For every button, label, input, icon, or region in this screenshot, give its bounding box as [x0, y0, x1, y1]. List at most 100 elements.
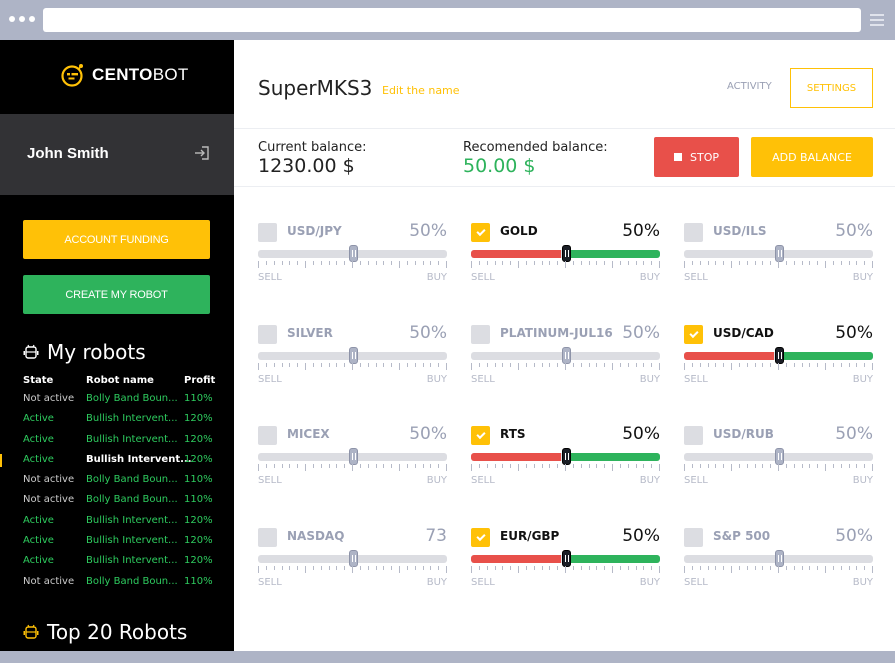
instrument-name: USD/ILS — [713, 224, 767, 238]
slider-handle[interactable] — [348, 550, 358, 567]
sell-label: SELL — [471, 272, 495, 283]
sidebar: CENTOBOT John Smith ACCOUNT FUNDING CREA… — [0, 40, 234, 651]
stop-button-label: STOP — [690, 150, 719, 164]
top-robots-heading[interactable]: Top 20 Robots — [23, 620, 187, 644]
robot-name[interactable]: Bullish Intervent... — [86, 430, 178, 450]
robot-state: Active — [23, 433, 54, 445]
robot-row[interactable]: Active Bullish Intervent... 120% — [0, 551, 234, 571]
robot-name[interactable]: Bolly Band Boun... — [86, 572, 178, 592]
slider-handle[interactable] — [561, 347, 571, 364]
robot-row[interactable]: Active Bullish Intervent... 120% — [0, 409, 234, 429]
slider-handle[interactable] — [561, 245, 571, 262]
instrument-checkbox[interactable] — [684, 426, 703, 445]
tab-activity[interactable]: ACTIVITY — [727, 81, 772, 92]
instrument-checkbox[interactable] — [258, 426, 277, 445]
sell-buy-slider[interactable] — [471, 245, 660, 262]
instrument-checkbox[interactable] — [471, 426, 490, 445]
sell-buy-slider[interactable] — [471, 550, 660, 567]
robot-profit: 120% — [184, 514, 213, 526]
slider-handle[interactable] — [774, 245, 784, 262]
sell-buy-slider[interactable] — [471, 347, 660, 364]
robot-row[interactable]: Not active Bolly Band Boun... 110% — [0, 470, 234, 490]
instrument-checkbox[interactable] — [258, 528, 277, 547]
robot-row[interactable]: Active Bullish Intervent... 120% — [0, 511, 234, 531]
slider-handle[interactable] — [774, 448, 784, 465]
robot-state: Active — [23, 514, 54, 526]
robot-name[interactable]: Bullish Intervent... — [86, 409, 178, 429]
sell-label: SELL — [258, 374, 282, 385]
sell-buy-slider[interactable] — [684, 347, 873, 364]
robot-name[interactable]: Bolly Band Boun... — [86, 490, 178, 510]
buy-label: BUY — [639, 475, 660, 486]
slider-handle[interactable] — [348, 347, 358, 364]
instrument-card: USD/ILS 50% SELL BUY — [684, 221, 873, 303]
robot-row[interactable]: Not active Bolly Band Boun... 110% — [0, 572, 234, 592]
stop-button[interactable]: STOP — [654, 137, 739, 177]
checkmark-icon — [475, 531, 486, 542]
instrument-name: PLATINUM-JUL16 — [500, 326, 613, 340]
slider-handle[interactable] — [774, 550, 784, 567]
robot-profit: 110% — [184, 575, 213, 587]
robot-name[interactable]: Bullish Intervent... — [86, 551, 178, 571]
instrument-checkbox[interactable] — [471, 325, 490, 344]
sell-buy-slider[interactable] — [471, 448, 660, 465]
sell-buy-slider[interactable] — [684, 550, 873, 567]
buy-label: BUY — [852, 577, 873, 588]
robot-name[interactable]: Bolly Band Boun... — [86, 389, 178, 409]
robot-row[interactable]: Not active Bolly Band Boun... 110% — [0, 389, 234, 409]
user-panel: John Smith — [0, 114, 234, 195]
instrument-checkbox[interactable] — [471, 528, 490, 547]
robot-row[interactable]: Active Bullish Intervent... 120% — [0, 430, 234, 450]
create-robot-button[interactable]: CREATE MY ROBOT — [23, 275, 210, 314]
instrument-name: SILVER — [287, 326, 333, 340]
slider-handle[interactable] — [561, 448, 571, 465]
address-bar[interactable] — [43, 8, 861, 32]
instrument-checkbox[interactable] — [471, 223, 490, 242]
sell-label: SELL — [684, 475, 708, 486]
checkmark-icon — [688, 328, 699, 339]
instrument-card: NASDAQ 73 SELL BUY — [258, 526, 447, 608]
robot-name[interactable]: Bullish Intervent... — [86, 511, 178, 531]
edit-name-link[interactable]: Edit the name — [382, 84, 460, 97]
add-balance-button[interactable]: ADD BALANCE — [751, 137, 873, 177]
robots-table-header: State Robot name Profit — [0, 372, 234, 389]
robot-profit: 120% — [184, 453, 213, 465]
robot-row[interactable]: Active Bullish Intervent... 120% — [0, 450, 234, 470]
slider-ticks — [684, 464, 873, 471]
robot-row[interactable]: Active Bullish Intervent... 120% — [0, 531, 234, 551]
robot-name[interactable]: Bullish Intervent... — [86, 531, 178, 551]
sell-buy-slider[interactable] — [258, 245, 447, 262]
column-header-profit: Profit — [184, 375, 216, 386]
tab-settings[interactable]: SETTINGS — [790, 68, 873, 108]
slider-handle[interactable] — [774, 347, 784, 364]
recommended-balance-value: 50.00 $ — [463, 155, 536, 177]
sell-buy-slider[interactable] — [684, 245, 873, 262]
slider-handle[interactable] — [561, 550, 571, 567]
robot-name[interactable]: Bullish Intervent... — [86, 450, 192, 470]
instrument-checkbox[interactable] — [258, 325, 277, 344]
logo[interactable]: CENTOBOT — [60, 62, 189, 88]
slider-buy-fill — [570, 555, 660, 563]
sell-label: SELL — [471, 374, 495, 385]
account-funding-button[interactable]: ACCOUNT FUNDING — [23, 220, 210, 259]
hamburger-icon[interactable] — [870, 14, 884, 26]
slider-handle[interactable] — [348, 245, 358, 262]
sell-buy-slider[interactable] — [258, 550, 447, 567]
robots-table: State Robot name Profit Not active Bolly … — [0, 372, 234, 592]
sell-buy-slider[interactable] — [684, 448, 873, 465]
slider-handle[interactable] — [348, 448, 358, 465]
instrument-checkbox[interactable] — [258, 223, 277, 242]
sell-buy-slider[interactable] — [258, 448, 447, 465]
instrument-checkbox[interactable] — [684, 528, 703, 547]
instrument-checkbox[interactable] — [684, 223, 703, 242]
slider-ticks — [684, 566, 873, 573]
robot-row[interactable]: Not active Bolly Band Boun... 110% — [0, 490, 234, 510]
selected-row-marker — [0, 453, 2, 467]
robot-face-icon — [61, 64, 83, 87]
instrument-percent: 73 — [425, 526, 447, 546]
robot-name[interactable]: Bolly Band Boun... — [86, 470, 178, 490]
logout-icon[interactable] — [194, 145, 210, 161]
instrument-checkbox[interactable] — [684, 325, 703, 344]
sell-buy-slider[interactable] — [258, 347, 447, 364]
instrument-card: GOLD 50% SELL BUY — [471, 221, 660, 303]
